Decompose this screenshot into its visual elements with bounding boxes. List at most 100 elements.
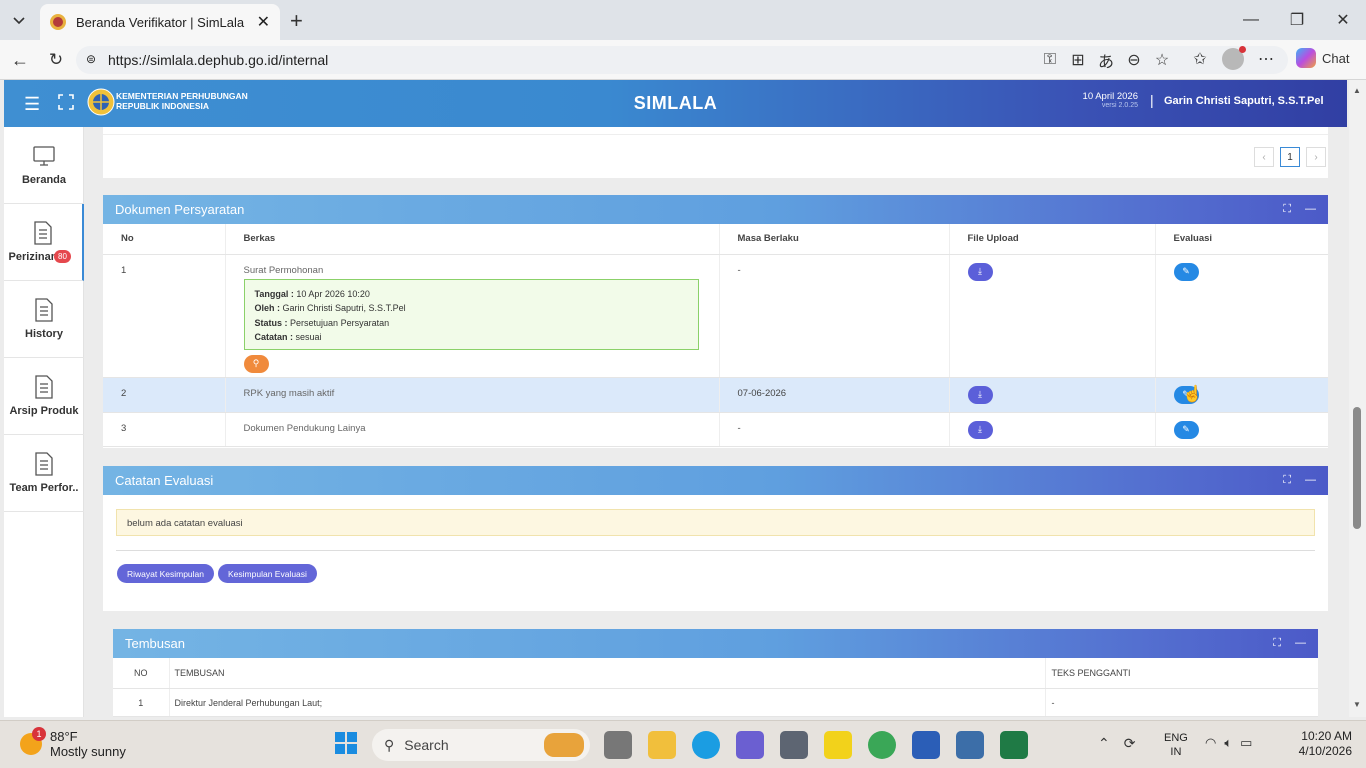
detail-status: Persetujuan Persyaratan <box>290 317 390 328</box>
more-menu-icon[interactable]: ⋯ <box>1252 49 1280 69</box>
show-hidden-icons-chevron-icon[interactable]: ⌃ <box>1098 735 1110 752</box>
new-tab-icon[interactable]: + <box>290 8 303 34</box>
document-icon <box>35 375 53 399</box>
copilot-chat-button[interactable]: Chat <box>1296 48 1349 68</box>
berkas-name: Dokumen Pendukung Lainya <box>225 412 720 447</box>
sidebar-item-perizinan[interactable]: Perizinan 80 <box>4 204 84 281</box>
site-info-icon[interactable]: ⊜ <box>86 52 96 66</box>
download-button[interactable]: ⤓ <box>967 420 993 439</box>
col-header-berkas: Berkas <box>225 224 720 255</box>
language-indicator[interactable]: ENG IN <box>1164 731 1188 759</box>
tab-close-icon[interactable]: ✕ <box>257 12 270 32</box>
refresh-icon[interactable]: ↻ <box>42 50 70 70</box>
table-row: 1 Surat Permohonan Tanggal : 10 Apr 2026… <box>103 254 1328 378</box>
col-header-no: NO <box>113 658 170 689</box>
browser-toolbar: ← ↻ ⊜ https://simlala.dephub.go.id/inter… <box>0 40 1366 80</box>
pagination-page-1[interactable]: 1 <box>1280 147 1300 167</box>
panel-collapse-icon[interactable]: — <box>1295 637 1306 650</box>
windows-taskbar: 1 88°F Mostly sunny ⚲ Search ⌃ ⟳ ENG IN … <box>0 720 1366 768</box>
tembusan-table: NO TEMBUSAN TEKS PENGGANTI 1 Direktur Je… <box>113 658 1318 717</box>
col-header-no: No <box>103 224 226 255</box>
panel-expand-icon[interactable]: ⛶ <box>1283 474 1291 487</box>
profile-avatar[interactable] <box>1222 46 1246 70</box>
edge-browser-icon[interactable] <box>692 731 720 759</box>
key-icon[interactable]: ⚿ <box>1036 51 1064 69</box>
panel-collapse-icon[interactable]: — <box>1305 203 1316 216</box>
kesimpulan-evaluasi-button[interactable]: Kesimpulan Evaluasi <box>218 564 317 583</box>
sidebar-item-label: Perizinan <box>8 251 58 263</box>
taskbar-search-box[interactable]: ⚲ Search <box>372 729 590 761</box>
wifi-icon[interactable]: ◠ <box>1205 735 1216 751</box>
header-user-name[interactable]: Garin Christi Saputri, S.S.T.Pel <box>1164 95 1324 107</box>
download-button[interactable]: ⤓ <box>967 262 993 281</box>
sticky-notes-icon[interactable] <box>824 731 852 759</box>
app-version: versi 2.0.25 <box>1101 102 1138 109</box>
sidebar-item-team-performance[interactable]: Team Perfor.. <box>4 435 84 512</box>
task-view-icon[interactable] <box>604 731 632 759</box>
search-icon: ⚲ <box>384 736 395 753</box>
excel-icon[interactable] <box>1000 731 1028 759</box>
sync-icon[interactable]: ⟳ <box>1124 735 1136 752</box>
sidebar-item-arsip-produk[interactable]: Arsip Produk <box>4 358 84 435</box>
riwayat-kesimpulan-button[interactable]: Riwayat Kesimpulan <box>117 564 215 583</box>
download-button[interactable]: ⤓ <box>967 385 993 404</box>
perizinan-count-badge: 80 <box>54 250 71 263</box>
col-header-teks-pengganti: TEKS PENGGANTI <box>1045 658 1318 689</box>
document-icon <box>35 298 53 322</box>
start-windows-icon[interactable] <box>334 731 358 760</box>
browser-tab-active[interactable]: Beranda Verifikator | SimLala ✕ <box>40 4 280 40</box>
dokumen-panel-title: Dokumen Persyaratan <box>115 202 245 217</box>
pagination-prev[interactable]: ‹ <box>1254 147 1274 167</box>
volume-icon[interactable]: 🔈︎ <box>1224 735 1232 751</box>
tab-actions-chevron-icon[interactable] <box>6 8 32 32</box>
scrollbar-thumb[interactable] <box>1353 407 1361 529</box>
camera-icon[interactable] <box>780 731 808 759</box>
evaluate-button[interactable]: ✎ <box>1173 262 1199 281</box>
close-window-icon[interactable]: ✕ <box>1320 10 1366 30</box>
dokumen-table: No Berkas Masa Berlaku File Upload Evalu… <box>103 224 1328 447</box>
row-masa-berlaku: 07-06-2026 <box>719 377 950 413</box>
battery-icon[interactable]: ▭ <box>1240 735 1252 751</box>
berkas-name: Surat Permohonan <box>243 264 324 276</box>
panel-expand-icon[interactable]: ⛶ <box>1273 637 1281 650</box>
sidebar-item-history[interactable]: History <box>4 281 84 358</box>
zoom-icon[interactable]: ⊖ <box>1120 50 1148 70</box>
apps-icon[interactable]: ⊞ <box>1064 50 1092 70</box>
evaluate-button[interactable]: ✎ <box>1173 420 1199 439</box>
table-row: 3 Dokumen Pendukung Lainya - ⤓ ✎ <box>103 412 1328 447</box>
calculator-icon[interactable] <box>956 731 984 759</box>
app-title: SIMLALA <box>633 93 718 113</box>
search-highlight-icon <box>544 733 584 757</box>
sidebar-item-beranda[interactable]: Beranda <box>4 127 84 204</box>
url-text: https://simlala.dephub.go.id/internal <box>108 52 329 68</box>
row-no: 2 <box>103 377 226 413</box>
word-icon[interactable] <box>912 731 940 759</box>
favicon-icon <box>50 14 66 30</box>
panel-expand-icon[interactable]: ⛶ <box>1283 203 1291 216</box>
weather-notification-badge: 1 <box>32 727 46 741</box>
detail-tanggal: 10 Apr 2026 10:20 <box>296 288 370 299</box>
favorites-icon[interactable]: ✩ <box>1186 49 1214 69</box>
file-explorer-icon[interactable] <box>648 731 676 759</box>
tembusan-panel: Tembusan ⛶ — NO TEMBUSAN TEKS PENGGANTI … <box>113 629 1318 717</box>
page-scrollbar[interactable]: ▲ ▼ <box>1349 80 1366 717</box>
view-detail-button[interactable]: ⚲ <box>243 354 269 373</box>
document-icon <box>34 221 52 245</box>
copilot-app-icon[interactable] <box>736 731 764 759</box>
app-header: ☰ KEMENTERIAN PERHUBUNGAN REPUBLIK INDON… <box>4 80 1347 127</box>
sidebar-item-label: History <box>25 328 63 340</box>
taskbar-clock[interactable]: 10:20 AM 4/10/2026 <box>1290 729 1352 759</box>
back-icon[interactable]: ← <box>6 50 34 71</box>
panel-collapse-icon[interactable]: — <box>1305 474 1316 487</box>
catatan-evaluasi-panel: Catatan Evaluasi ⛶ — belum ada catatan e… <box>103 466 1328 611</box>
row-masa-berlaku: - <box>719 412 950 447</box>
translate-icon[interactable]: あ <box>1092 48 1120 72</box>
restore-icon[interactable]: ❐ <box>1274 10 1320 30</box>
favorite-star-icon[interactable]: ☆ <box>1148 50 1176 70</box>
dokumen-persyaratan-panel: Dokumen Persyaratan ⛶ — No Berkas Masa B… <box>103 195 1328 448</box>
pagination-next[interactable]: › <box>1306 147 1326 167</box>
tembusan-panel-title: Tembusan <box>125 636 185 651</box>
row-no: 1 <box>103 254 226 378</box>
minimize-icon[interactable]: — <box>1228 11 1274 29</box>
chrome-icon[interactable] <box>868 731 896 759</box>
